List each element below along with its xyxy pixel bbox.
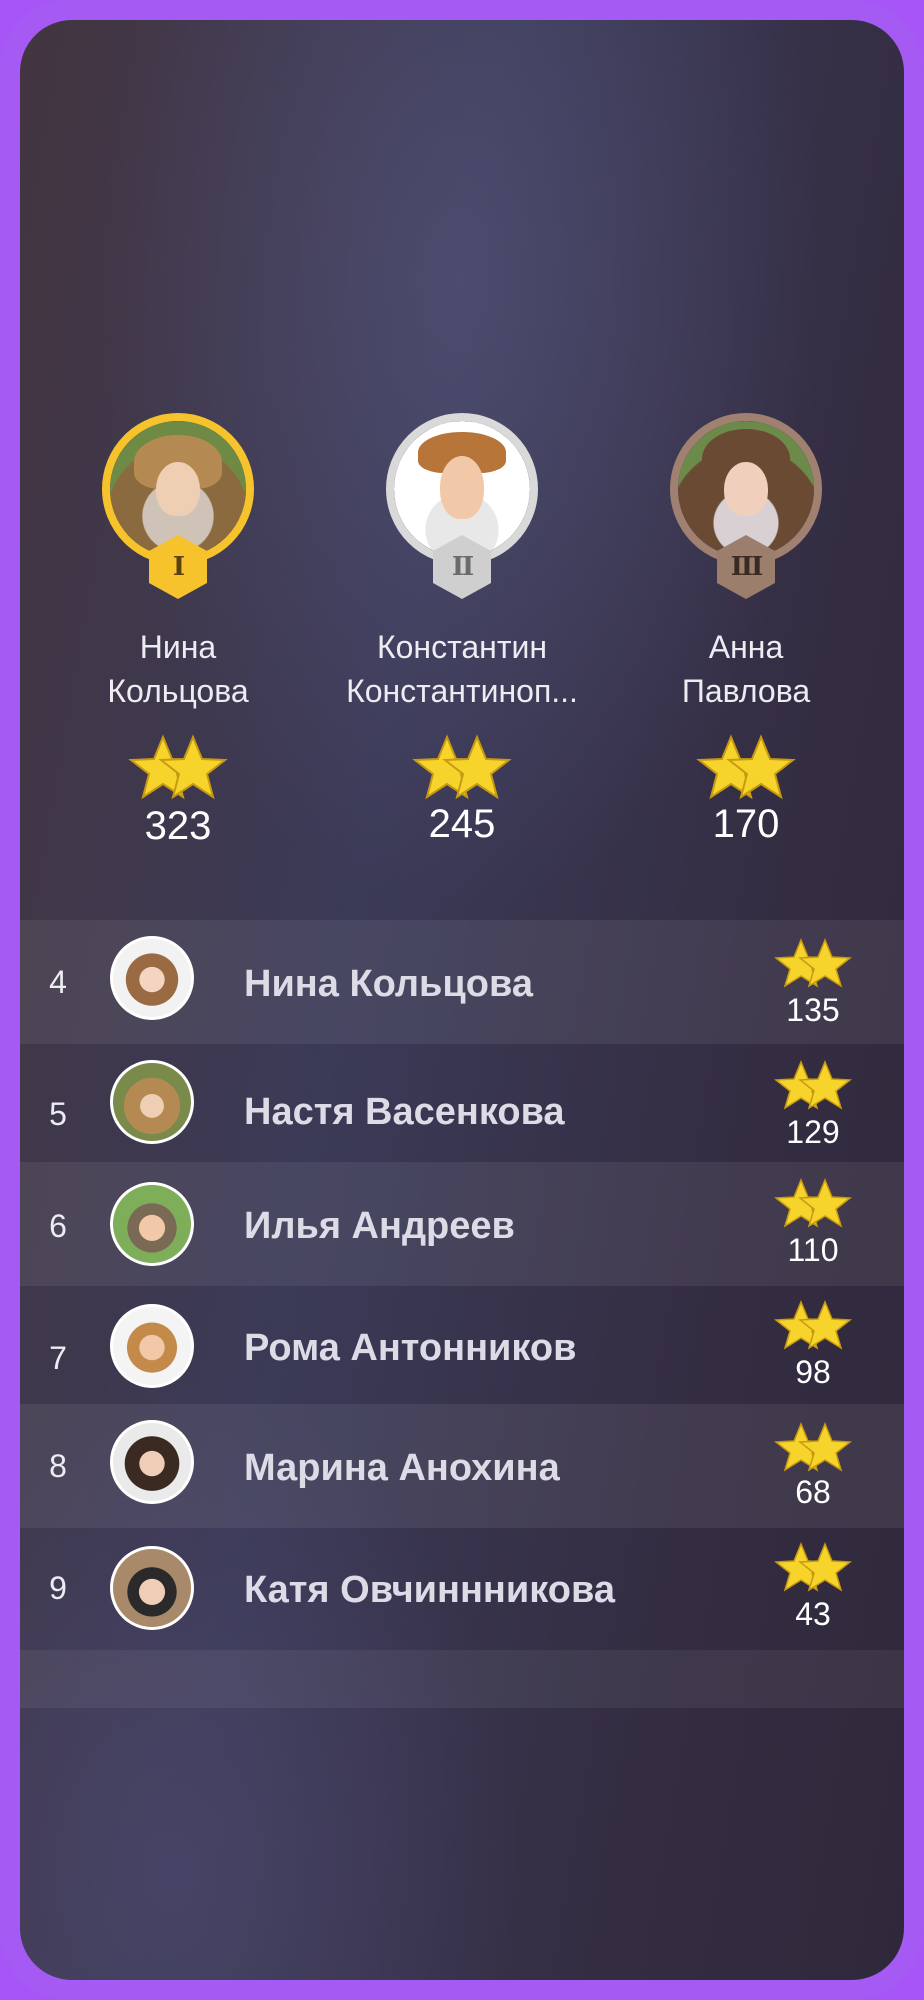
rank-number: 9 bbox=[49, 1570, 67, 1606]
star-pair-icon bbox=[412, 734, 512, 800]
avatar bbox=[110, 1060, 194, 1144]
list-item[interactable]: 8 Марина Анохина 68 bbox=[20, 1404, 904, 1528]
player-score: 43 bbox=[795, 1596, 831, 1632]
avatar bbox=[110, 936, 194, 1020]
winner-score: 245 bbox=[428, 802, 496, 846]
star-pair-icon bbox=[774, 938, 852, 988]
rank-number: 4 bbox=[49, 964, 67, 1000]
avatar bbox=[110, 1546, 194, 1630]
star-pair-icon bbox=[774, 1542, 852, 1592]
avatar bbox=[110, 1420, 194, 1504]
list-item[interactable]: 9 Катя Овчиннникова 43 bbox=[20, 1528, 904, 1648]
leaderboard-screen: I Нина Кольцова 323 II Константин Конста… bbox=[20, 20, 904, 1980]
list-item[interactable]: 6 Илья Андреев 110 bbox=[20, 1162, 904, 1286]
winner-score: 170 bbox=[712, 802, 780, 846]
winner-score: 323 bbox=[144, 804, 212, 848]
avatar bbox=[110, 1304, 194, 1388]
player-name: Катя Овчиннникова bbox=[244, 1569, 615, 1611]
list-footer-strip bbox=[20, 1650, 904, 1708]
leaderboard-list: 4 Нина Кольцова 135 5 Настя Васенкова 12… bbox=[20, 920, 904, 1648]
player-name: Настя Васенкова bbox=[244, 1091, 565, 1133]
player-score: 129 bbox=[786, 1114, 840, 1150]
star-pair-icon bbox=[128, 734, 228, 800]
player-name: Илья Андреев bbox=[244, 1205, 515, 1247]
player-name: Марина Анохина bbox=[244, 1447, 560, 1489]
player-score: 98 bbox=[795, 1354, 831, 1390]
list-item[interactable]: 7 Рома Антонников 98 bbox=[20, 1286, 904, 1404]
rank-number: 7 bbox=[49, 1340, 67, 1376]
rank-number: 5 bbox=[49, 1096, 67, 1132]
player-name: Нина Кольцова bbox=[244, 963, 533, 1005]
star-pair-icon bbox=[774, 1300, 852, 1350]
rank-number: 6 bbox=[49, 1208, 67, 1244]
star-pair-icon bbox=[774, 1060, 852, 1110]
player-name: Рома Антонников bbox=[244, 1327, 577, 1369]
winner-name: Нина Кольцова bbox=[107, 629, 249, 709]
winner-name: Анна Павлова bbox=[681, 629, 811, 709]
star-pair-icon bbox=[774, 1178, 852, 1228]
podium: I Нина Кольцова 323 II Константин Конста… bbox=[20, 20, 904, 920]
star-pair-icon bbox=[774, 1422, 852, 1472]
avatar bbox=[110, 1182, 194, 1266]
list-item[interactable]: 5 Настя Васенкова 129 bbox=[20, 1044, 904, 1162]
star-pair-icon bbox=[696, 734, 796, 800]
rank-number: 8 bbox=[49, 1448, 67, 1484]
list-item[interactable]: 4 Нина Кольцова 135 bbox=[20, 920, 904, 1044]
player-score: 68 bbox=[795, 1474, 831, 1510]
player-score: 110 bbox=[787, 1232, 839, 1268]
player-score: 135 bbox=[786, 992, 840, 1028]
winner-name: Константин Константиноп... bbox=[346, 629, 578, 709]
